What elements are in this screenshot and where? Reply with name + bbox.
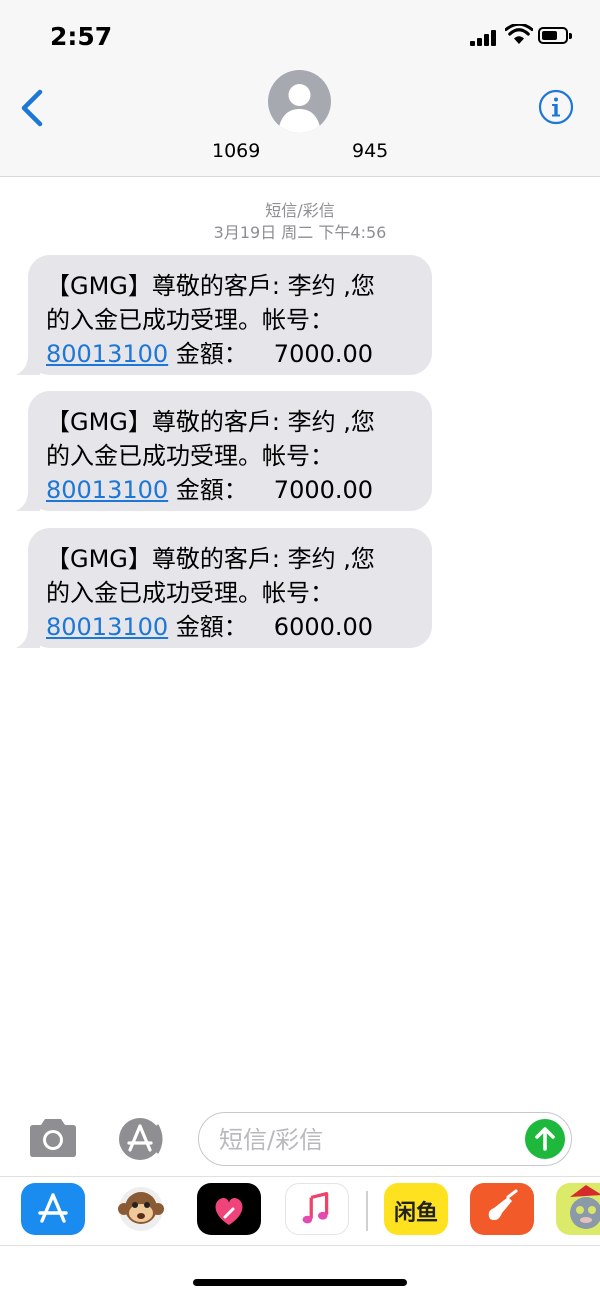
amount-value: 7000.00 (273, 340, 374, 368)
amount-label: 金額： (168, 613, 248, 641)
person-silhouette-icon (278, 84, 321, 133)
contact-avatar[interactable] (268, 70, 331, 133)
imessage-app-drawer: 闲鱼 (0, 1176, 600, 1246)
home-indicator[interactable] (193, 1279, 407, 1286)
contact-number-start[interactable]: 1069 (212, 140, 260, 162)
service-label: 短信/彩信 (265, 201, 335, 220)
bubble-tail (16, 628, 40, 648)
bubble-tail (16, 355, 40, 375)
message-bubble[interactable]: 【GMG】尊敬的客戶: 李约 ,您 的入金已成功受理。帐号： 80013100 … (16, 528, 432, 648)
camera-icon[interactable] (26, 1116, 80, 1160)
status-time: 2:57 (50, 22, 113, 51)
animoji-monkey-icon[interactable] (109, 1183, 173, 1235)
status-bar: 2:57 (0, 0, 600, 72)
message-line-2: 的入金已成功受理。帐号： (46, 579, 334, 607)
cellular-signal-icon (470, 30, 498, 46)
message-timestamp: 3月19日 周二 下午4:56 (213, 223, 387, 242)
message-bubble[interactable]: 【GMG】尊敬的客戶: 李约 ,您 的入金已成功受理。帐号： 80013100 … (16, 255, 432, 375)
send-button[interactable] (525, 1119, 565, 1159)
bubble-tail (16, 491, 40, 511)
account-number-link[interactable]: 80013100 (46, 613, 168, 641)
message-line-2: 的入金已成功受理。帐号： (46, 306, 334, 334)
amount-label: 金額： (168, 340, 248, 368)
drawer-divider (366, 1191, 368, 1231)
xianyu-app-label: 闲鱼 (393, 1201, 438, 1226)
garageband-icon[interactable] (470, 1183, 534, 1235)
app-store-button-icon[interactable] (113, 1116, 167, 1162)
battery-icon (538, 27, 572, 44)
amount-value: 6000.00 (273, 613, 374, 641)
digital-touch-icon[interactable] (197, 1183, 261, 1235)
account-number-link[interactable]: 80013100 (46, 476, 168, 504)
message-input[interactable] (217, 1121, 521, 1159)
talking-tom-icon[interactable] (556, 1183, 600, 1235)
xianyu-app-icon[interactable]: 闲鱼 (384, 1183, 448, 1235)
message-bubble[interactable]: 【GMG】尊敬的客戶: 李约 ,您 的入金已成功受理。帐号： 80013100 … (16, 391, 432, 511)
back-chevron-icon[interactable] (18, 88, 48, 128)
info-icon[interactable] (538, 89, 574, 125)
app-store-icon[interactable] (21, 1183, 85, 1235)
message-line-1: 【GMG】尊敬的客戶: 李约 ,您 (46, 272, 375, 300)
message-composer[interactable] (198, 1112, 572, 1166)
message-line-2: 的入金已成功受理。帐号： (46, 442, 334, 470)
message-line-1: 【GMG】尊敬的客戶: 李约 ,您 (46, 408, 375, 436)
amount-value: 7000.00 (273, 476, 374, 504)
contact-number-end[interactable]: 945 (352, 140, 388, 162)
arrow-up-icon (535, 1127, 555, 1151)
message-line-1: 【GMG】尊敬的客戶: 李约 ,您 (46, 545, 375, 573)
amount-label: 金額： (168, 476, 248, 504)
music-icon[interactable] (285, 1183, 349, 1235)
wifi-icon (505, 24, 533, 44)
account-number-link[interactable]: 80013100 (46, 340, 168, 368)
